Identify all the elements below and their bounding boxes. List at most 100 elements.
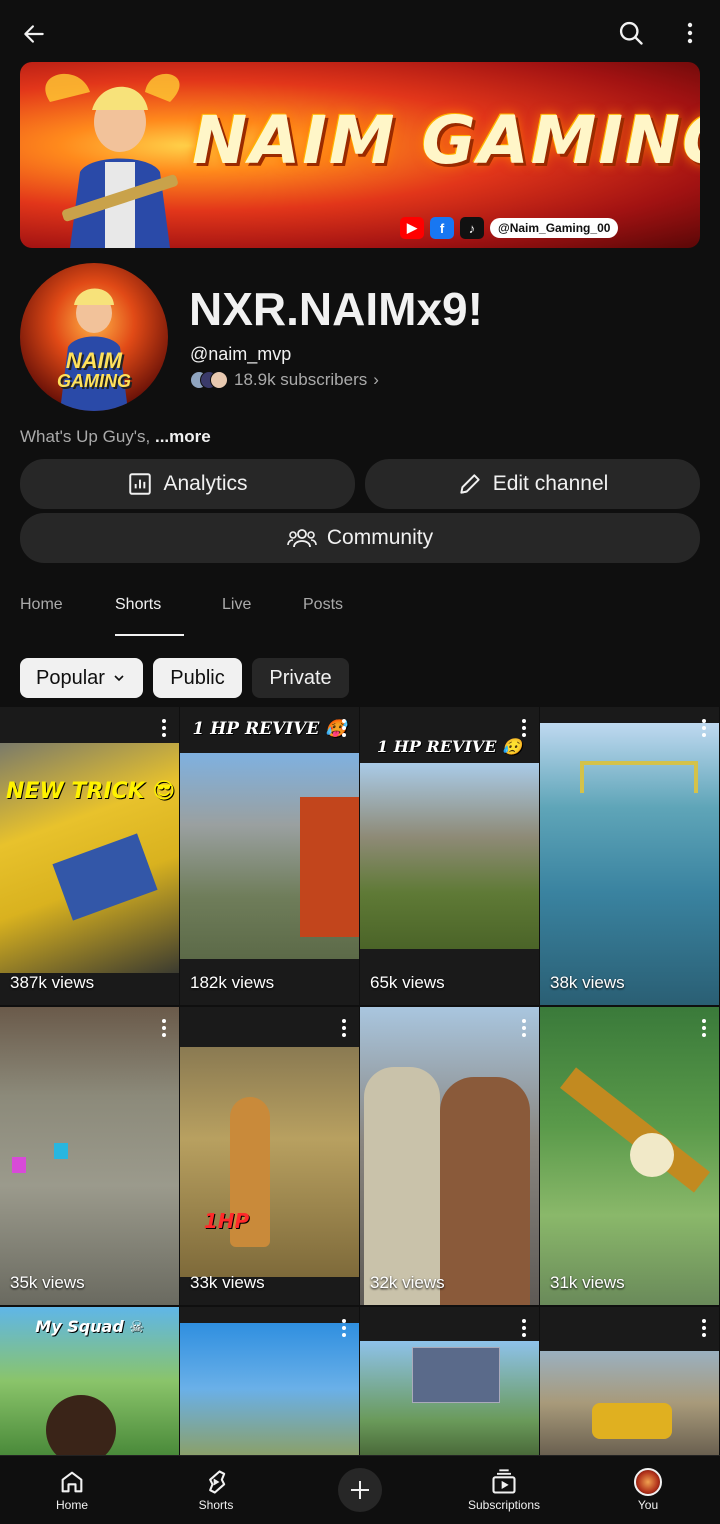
short-item[interactable]: 1 HP REVIVE 😥 65k views [360, 707, 539, 1005]
subscriber-count: 18.9k subscribers [234, 370, 368, 389]
edit-channel-label: Edit channel [492, 472, 609, 495]
more-vert-icon[interactable] [701, 1319, 707, 1337]
search-button[interactable] [610, 12, 652, 54]
analytics-icon [129, 473, 152, 495]
short-item[interactable]: 38k views [540, 707, 719, 1005]
chevron-right-icon: › [373, 370, 379, 389]
short-views: 35k views [10, 1273, 85, 1292]
short-thumbnail [360, 763, 539, 949]
short-item[interactable]: 31k views [540, 1007, 719, 1305]
nav-you[interactable]: You [593, 1456, 703, 1524]
short-thumbnail [180, 1323, 359, 1455]
thumbnail-figure [364, 1067, 440, 1305]
subscriber-avatars [190, 371, 228, 389]
create-button[interactable] [338, 1468, 382, 1512]
plus-icon [351, 1481, 369, 1499]
tiktok-icon: ♪ [460, 217, 484, 239]
more-vert-icon[interactable] [521, 1319, 527, 1337]
community-label: Community [326, 526, 434, 549]
channel-avatar[interactable]: NAIM GAMING [20, 263, 168, 411]
short-views: 387k views [10, 973, 95, 992]
edit-channel-button[interactable]: Edit channel [365, 459, 700, 509]
community-icon [287, 529, 317, 548]
shorts-icon [209, 1470, 226, 1494]
thumbnail-marker [12, 1157, 26, 1173]
nav-home[interactable]: Home [17, 1456, 127, 1524]
more-vert-icon[interactable] [701, 719, 707, 737]
banner-social-row: ▶ f ♪ @Naim_Gaming_00 [400, 217, 619, 239]
short-item[interactable]: 1HP 33k views [180, 1007, 359, 1305]
nav-shorts-label: Shorts [198, 1498, 234, 1512]
youtube-icon: ▶ [400, 217, 424, 239]
thumbnail-vehicle [592, 1403, 672, 1439]
short-views: 32k views [370, 1273, 445, 1292]
avatar-logo-text: NAIM GAMING [57, 348, 131, 392]
thumbnail-block [300, 797, 359, 937]
nav-create[interactable] [305, 1456, 415, 1524]
thumbnail-marker [54, 1143, 68, 1159]
public-filter-chip[interactable]: Public [153, 658, 242, 698]
more-vert-icon[interactable] [341, 719, 347, 737]
banner-character-art [45, 73, 180, 248]
community-button[interactable]: Community [20, 513, 700, 563]
more-vert-icon[interactable] [521, 719, 527, 737]
short-views: 65k views [370, 973, 445, 992]
more-vert-icon[interactable] [161, 1019, 167, 1037]
subscribers-link[interactable]: 18.9k subscribers › [190, 370, 379, 390]
short-item[interactable]: 32k views [360, 1007, 539, 1305]
arrow-left-icon [24, 25, 44, 43]
private-filter-chip[interactable]: Private [252, 658, 349, 698]
more-vert-icon[interactable] [701, 1019, 707, 1037]
short-item[interactable]: 1 HP REVIVE 🥵 182k views [180, 707, 359, 1005]
analytics-button[interactable]: Analytics [20, 459, 355, 509]
short-item[interactable] [360, 1307, 539, 1455]
short-item[interactable]: NEW TRICK 😎 387k views [0, 707, 179, 1005]
short-views: 33k views [190, 1273, 265, 1292]
shorts-grid: NEW TRICK 😎 387k views 1 HP REVIVE 🥵 182… [0, 707, 720, 1455]
channel-description[interactable]: What's Up Guy's, ...more [20, 427, 211, 447]
thumbnail-hud [412, 1347, 500, 1403]
channel-handle: @naim_mvp [190, 344, 292, 364]
more-vert-icon[interactable] [341, 1019, 347, 1037]
you-avatar [634, 1468, 662, 1496]
nav-subscriptions-label: Subscriptions [467, 1498, 541, 1512]
thumbnail-figure [440, 1077, 530, 1305]
back-button[interactable] [14, 14, 54, 54]
more-vert-icon [687, 22, 693, 44]
tab-posts[interactable]: Posts [303, 596, 343, 614]
banner-social-handle: @Naim_Gaming_00 [490, 218, 619, 238]
nav-subscriptions[interactable]: Subscriptions [449, 1456, 559, 1524]
short-views: 182k views [190, 973, 275, 992]
popular-label: Popular [36, 666, 105, 689]
bottom-navigation: Home Shorts Subscriptions You [0, 1455, 720, 1524]
analytics-label: Analytics [163, 472, 248, 495]
banner-title: NAIM GAMING [192, 102, 700, 179]
channel-name: NXR.NAIMx9! [189, 283, 483, 335]
more-link[interactable]: ...more [155, 427, 211, 446]
tab-shorts[interactable]: Shorts [115, 596, 161, 614]
popular-filter-chip[interactable]: Popular [20, 658, 143, 698]
nav-you-label: You [637, 1498, 659, 1512]
more-vert-icon[interactable] [521, 1019, 527, 1037]
short-thumbnail [0, 1007, 179, 1305]
tab-home[interactable]: Home [20, 596, 63, 614]
short-caption: My Squad ☠ [35, 1317, 144, 1336]
tab-live[interactable]: Live [222, 596, 251, 614]
short-caption: 1HP [203, 1209, 250, 1233]
nav-home-label: Home [55, 1498, 88, 1512]
short-views: 38k views [550, 973, 625, 992]
thumbnail-bridge [580, 761, 698, 793]
description-text: What's Up Guy's, [20, 427, 151, 446]
short-item[interactable] [540, 1307, 719, 1455]
more-vert-icon[interactable] [341, 1319, 347, 1337]
active-tab-indicator [115, 634, 184, 636]
nav-shorts[interactable]: Shorts [161, 1456, 271, 1524]
more-options-button[interactable] [672, 12, 708, 54]
home-icon [61, 1471, 83, 1493]
facebook-icon: f [430, 217, 454, 239]
short-item[interactable]: My Squad ☠ [0, 1307, 179, 1455]
short-item[interactable]: 35k views [0, 1007, 179, 1305]
short-caption: 1 HP REVIVE 🥵 [192, 719, 347, 739]
more-vert-icon[interactable] [161, 719, 167, 737]
short-item[interactable] [180, 1307, 359, 1455]
